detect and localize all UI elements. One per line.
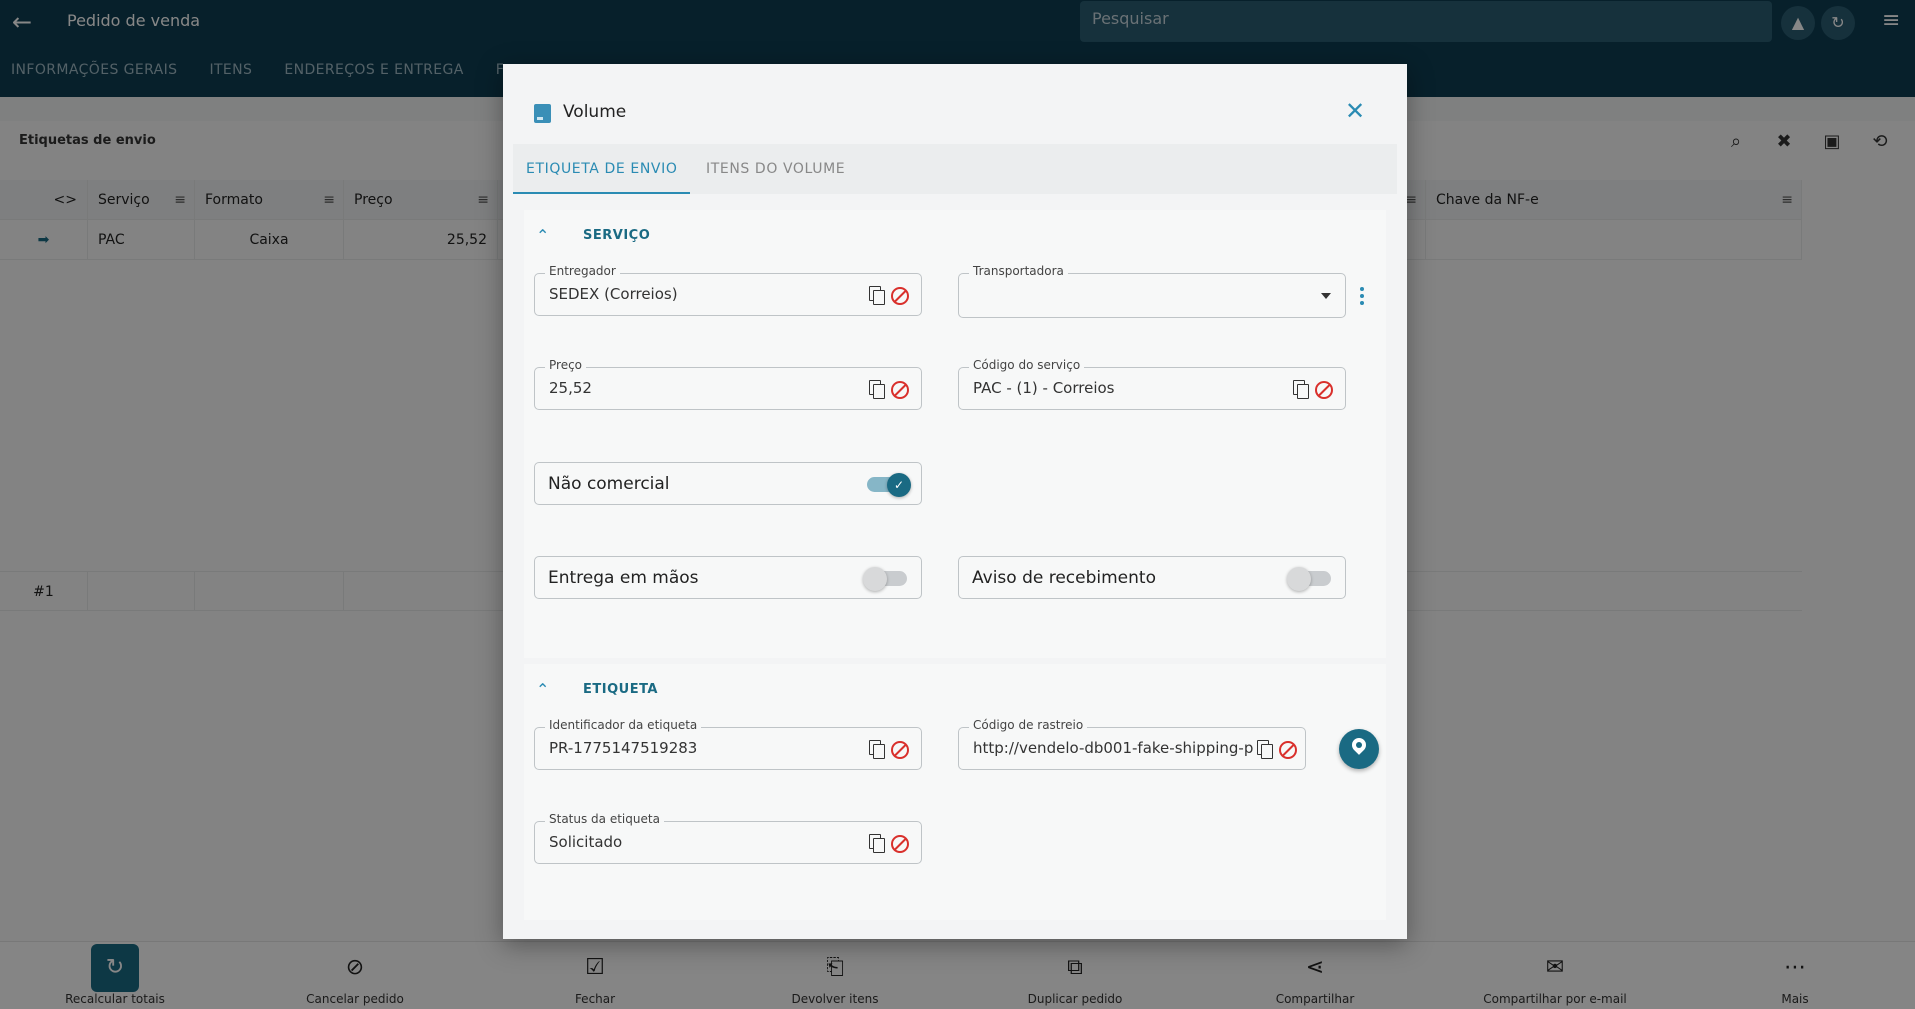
volume-icon <box>534 104 551 123</box>
clear-block-icon[interactable] <box>891 835 909 853</box>
chevron-up-icon[interactable]: ⌃ <box>536 226 549 245</box>
status-etiqueta-field[interactable]: Status da etiqueta Solicitado <box>534 812 922 864</box>
toggle-knob <box>863 567 887 591</box>
chevron-up-icon[interactable]: ⌃ <box>536 680 549 699</box>
map-pin-icon <box>1349 735 1369 755</box>
copy-icon[interactable] <box>869 834 885 853</box>
codigo-rastreio-field[interactable]: Código de rastreio http://vendelo-db001-… <box>958 718 1306 770</box>
clear-block-icon[interactable] <box>891 741 909 759</box>
aviso-recebimento-toggle[interactable]: Aviso de recebimento <box>958 556 1346 599</box>
caret-down-icon <box>1321 293 1331 299</box>
copy-icon[interactable] <box>1293 380 1309 399</box>
tab-itens-volume[interactable]: ITENS DO VOLUME <box>706 144 845 194</box>
codigo-servico-field[interactable]: Código do serviço PAC - (1) - Correios <box>958 358 1346 410</box>
volume-dialog: Volume ✕ ETIQUETA DE ENVIO ITENS DO VOLU… <box>503 64 1407 939</box>
section-etiqueta: ⌃ ETIQUETA Identificador da etiqueta PR-… <box>524 664 1386 920</box>
close-icon[interactable]: ✕ <box>1345 99 1365 123</box>
identificador-etiqueta-field[interactable]: Identificador da etiqueta PR-17751475192… <box>534 718 922 770</box>
clear-block-icon[interactable] <box>891 287 909 305</box>
clear-block-icon[interactable] <box>1279 741 1297 759</box>
preco-field[interactable]: Preço 25,52 <box>534 358 922 410</box>
dialog-title: Volume <box>563 102 627 122</box>
toggle-track[interactable]: ✓ <box>867 473 911 497</box>
copy-icon[interactable] <box>869 740 885 759</box>
entrega-maos-toggle[interactable]: Entrega em mãos <box>534 556 922 599</box>
toggle-knob <box>1287 567 1311 591</box>
dialog-tabs: ETIQUETA DE ENVIO ITENS DO VOLUME <box>513 144 1397 194</box>
clear-block-icon[interactable] <box>891 381 909 399</box>
entregador-field[interactable]: Entregador SEDEX (Correios) <box>534 264 922 316</box>
nao-comercial-toggle[interactable]: Não comercial ✓ <box>534 462 922 505</box>
transportadora-select[interactable]: Transportadora <box>958 264 1346 318</box>
toggle-track[interactable] <box>863 567 907 591</box>
copy-icon[interactable] <box>869 380 885 399</box>
tab-etiqueta-envio[interactable]: ETIQUETA DE ENVIO <box>513 144 691 194</box>
track-location-button[interactable] <box>1339 729 1379 769</box>
copy-icon[interactable] <box>869 286 885 305</box>
toggle-track[interactable] <box>1287 567 1331 591</box>
clear-block-icon[interactable] <box>1315 381 1333 399</box>
more-vert-icon[interactable] <box>1360 287 1366 309</box>
section-servico: ⌃ SERVIÇO Entregador SEDEX (Correios) Tr… <box>524 210 1386 658</box>
check-icon: ✓ <box>887 473 911 497</box>
copy-icon[interactable] <box>1257 740 1273 759</box>
dialog-header: Volume ✕ <box>503 64 1407 144</box>
